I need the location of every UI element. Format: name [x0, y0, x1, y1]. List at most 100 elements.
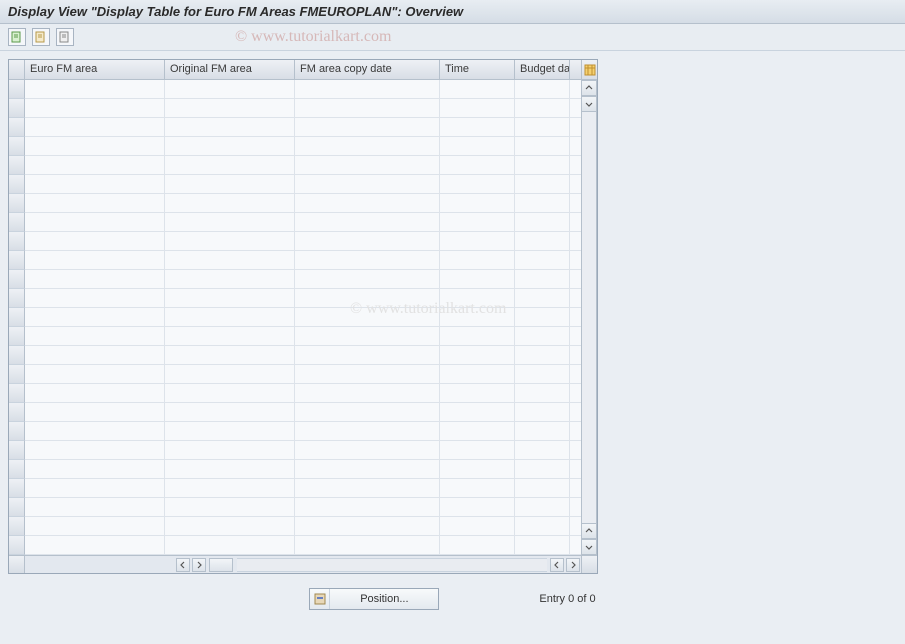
table-cell[interactable] [165, 194, 295, 212]
table-cell[interactable] [440, 137, 515, 155]
table-cell[interactable] [25, 251, 165, 269]
table-cell[interactable] [295, 308, 440, 326]
table-cell[interactable] [295, 80, 440, 98]
table-cell[interactable] [440, 270, 515, 288]
row-selector[interactable] [9, 118, 25, 137]
table-cell[interactable] [515, 289, 570, 307]
row-selector[interactable] [9, 460, 25, 479]
row-selector[interactable] [9, 175, 25, 194]
table-cell[interactable] [25, 384, 165, 402]
table-cell[interactable] [165, 536, 295, 554]
table-cell[interactable] [295, 289, 440, 307]
table-cell[interactable] [515, 498, 570, 516]
table-cell[interactable] [515, 251, 570, 269]
table-cell[interactable] [25, 365, 165, 383]
table-cell[interactable] [165, 232, 295, 250]
table-cell[interactable] [295, 441, 440, 459]
table-cell[interactable] [440, 460, 515, 478]
row-selector[interactable] [9, 403, 25, 422]
table-cell[interactable] [515, 213, 570, 231]
table-cell[interactable] [440, 403, 515, 421]
table-cell[interactable] [515, 479, 570, 497]
table-cell[interactable] [165, 308, 295, 326]
row-selector[interactable] [9, 289, 25, 308]
table-cell[interactable] [165, 365, 295, 383]
table-cell[interactable] [440, 289, 515, 307]
table-cell[interactable] [515, 156, 570, 174]
toolbar-btn-2[interactable] [32, 28, 50, 46]
table-cell[interactable] [165, 118, 295, 136]
table-cell[interactable] [515, 536, 570, 554]
table-cell[interactable] [440, 327, 515, 345]
table-cell[interactable] [25, 289, 165, 307]
row-selector[interactable] [9, 251, 25, 270]
table-cell[interactable] [440, 536, 515, 554]
scroll-down-button-bottom[interactable] [581, 539, 597, 555]
scroll-left-button[interactable] [176, 558, 190, 572]
table-cell[interactable] [515, 175, 570, 193]
table-cell[interactable] [440, 156, 515, 174]
table-cell[interactable] [165, 479, 295, 497]
table-cell[interactable] [25, 327, 165, 345]
table-cell[interactable] [440, 308, 515, 326]
scroll-right-button[interactable] [192, 558, 206, 572]
table-cell[interactable] [25, 270, 165, 288]
table-cell[interactable] [165, 460, 295, 478]
table-cell[interactable] [440, 441, 515, 459]
table-cell[interactable] [295, 156, 440, 174]
row-selector[interactable] [9, 156, 25, 175]
table-cell[interactable] [440, 517, 515, 535]
table-cell[interactable] [295, 137, 440, 155]
table-cell[interactable] [515, 403, 570, 421]
table-cell[interactable] [165, 346, 295, 364]
vertical-scroll-track[interactable] [581, 112, 597, 523]
table-cell[interactable] [295, 251, 440, 269]
table-cell[interactable] [165, 156, 295, 174]
table-cell[interactable] [515, 232, 570, 250]
table-cell[interactable] [515, 517, 570, 535]
row-selector[interactable] [9, 517, 25, 536]
scroll-up-button-bottom[interactable] [581, 523, 597, 539]
table-cell[interactable] [295, 422, 440, 440]
table-cell[interactable] [165, 517, 295, 535]
table-cell[interactable] [295, 346, 440, 364]
table-cell[interactable] [165, 270, 295, 288]
table-cell[interactable] [165, 137, 295, 155]
horizontal-scroll-thumb[interactable] [209, 558, 233, 572]
table-cell[interactable] [440, 384, 515, 402]
table-cell[interactable] [295, 232, 440, 250]
scroll-right-button-right[interactable] [566, 558, 580, 572]
table-cell[interactable] [25, 194, 165, 212]
table-cell[interactable] [440, 80, 515, 98]
table-cell[interactable] [295, 460, 440, 478]
table-cell[interactable] [440, 479, 515, 497]
toolbar-btn-1[interactable] [8, 28, 26, 46]
row-selector[interactable] [9, 308, 25, 327]
table-cell[interactable] [295, 479, 440, 497]
row-selector[interactable] [9, 479, 25, 498]
row-selector[interactable] [9, 365, 25, 384]
table-cell[interactable] [515, 194, 570, 212]
table-cell[interactable] [25, 232, 165, 250]
table-cell[interactable] [295, 99, 440, 117]
toolbar-btn-3[interactable] [56, 28, 74, 46]
table-cell[interactable] [165, 99, 295, 117]
table-cell[interactable] [25, 80, 165, 98]
table-cell[interactable] [515, 118, 570, 136]
row-selector[interactable] [9, 384, 25, 403]
table-cell[interactable] [25, 498, 165, 516]
table-cell[interactable] [25, 422, 165, 440]
row-selector[interactable] [9, 137, 25, 156]
table-cell[interactable] [295, 365, 440, 383]
table-cell[interactable] [440, 346, 515, 364]
row-selector[interactable] [9, 99, 25, 118]
table-cell[interactable] [25, 308, 165, 326]
row-selector[interactable] [9, 232, 25, 251]
table-cell[interactable] [440, 175, 515, 193]
table-cell[interactable] [515, 422, 570, 440]
table-cell[interactable] [295, 213, 440, 231]
table-cell[interactable] [440, 498, 515, 516]
table-cell[interactable] [440, 194, 515, 212]
table-cell[interactable] [165, 251, 295, 269]
table-cell[interactable] [440, 118, 515, 136]
